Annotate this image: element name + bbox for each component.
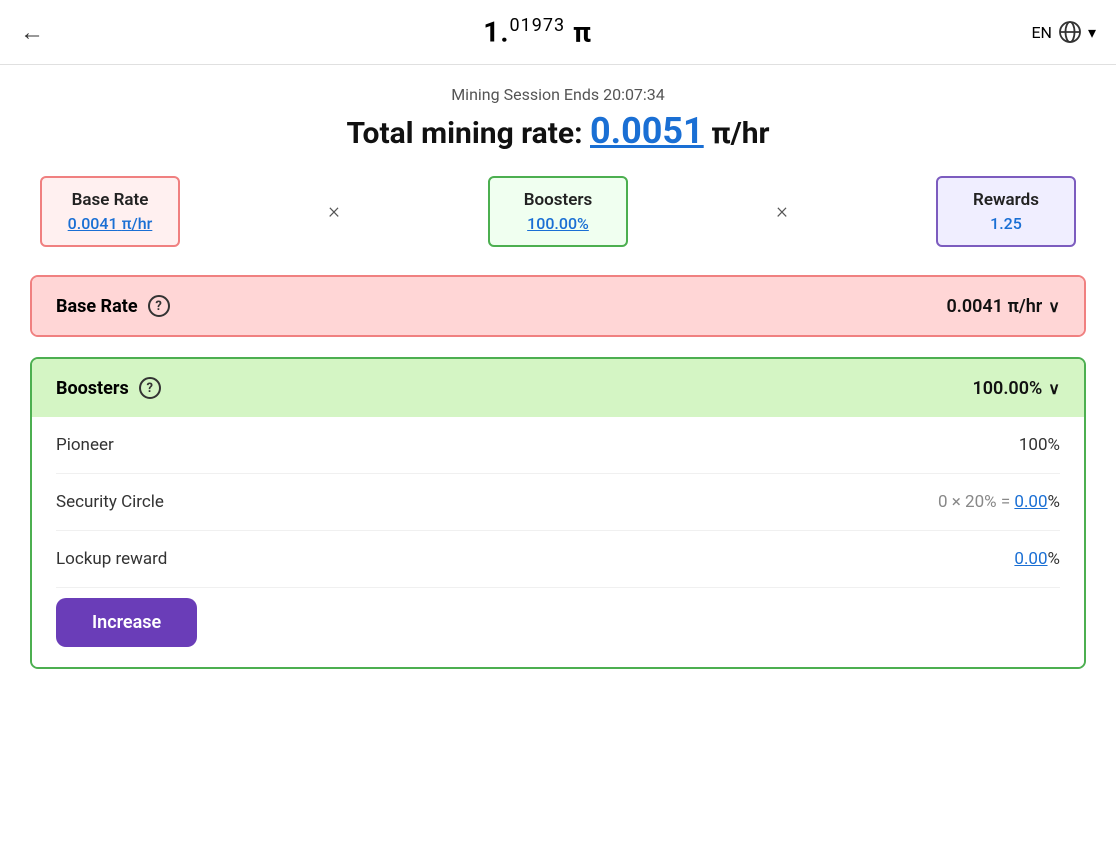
total-unit: π/hr bbox=[711, 116, 769, 151]
rewards-card[interactable]: Rewards 1.25 bbox=[936, 176, 1076, 247]
boosters-value: 100.00% bbox=[510, 214, 606, 233]
pioneer-value: 100% bbox=[1019, 435, 1060, 455]
security-circle-prefix: 0 × 20% = bbox=[938, 492, 1014, 512]
lockup-reward-row: Lockup reward 0.00% bbox=[56, 531, 1060, 588]
title-prefix: 1. bbox=[483, 16, 509, 49]
pi-symbol: π bbox=[573, 16, 592, 49]
boosters-section-value: 100.00% bbox=[972, 378, 1042, 399]
boosters-help-icon[interactable]: ? bbox=[139, 377, 161, 399]
security-circle-row: Security Circle 0 × 20% = 0.00% bbox=[56, 474, 1060, 531]
base-rate-unit: π/hr bbox=[122, 214, 153, 233]
language-selector[interactable]: EN ▾ bbox=[1031, 20, 1096, 44]
session-info: Mining Session Ends 20:07:34 Total minin… bbox=[30, 85, 1086, 152]
base-rate-section: Base Rate ? 0.0041 π/hr ∨ bbox=[30, 275, 1086, 337]
base-rate-section-value: 0.0041 π/hr bbox=[946, 296, 1042, 317]
boosters-section-label: Boosters bbox=[56, 378, 129, 399]
security-circle-label: Security Circle bbox=[56, 492, 164, 512]
base-rate-card[interactable]: Base Rate 0.0041 π/hr bbox=[40, 176, 180, 247]
boosters-header-right: 100.00% ∨ bbox=[972, 378, 1060, 399]
boosters-chevron-icon: ∨ bbox=[1048, 379, 1060, 398]
boosters-section-header[interactable]: Boosters ? 100.00% ∨ bbox=[32, 359, 1084, 417]
lang-label: EN bbox=[1031, 23, 1052, 42]
lockup-reward-value: 0.00% bbox=[1014, 549, 1060, 569]
boosters-header-left: Boosters ? bbox=[56, 377, 161, 399]
base-rate-section-label: Base Rate bbox=[56, 296, 138, 317]
base-rate-header-left: Base Rate ? bbox=[56, 295, 170, 317]
base-rate-chevron-icon: ∨ bbox=[1048, 297, 1060, 316]
header: ← 1.01973 π EN ▾ bbox=[0, 0, 1116, 65]
rewards-value: 1.25 bbox=[958, 214, 1054, 233]
base-rate-header-right: 0.0041 π/hr ∨ bbox=[946, 296, 1060, 317]
boosters-label: Boosters bbox=[510, 190, 606, 210]
lockup-reward-suffix: % bbox=[1048, 549, 1060, 569]
rate-cards-row: Base Rate 0.0041 π/hr × Boosters 100.00%… bbox=[30, 176, 1086, 247]
increase-button[interactable]: Increase bbox=[56, 598, 197, 647]
total-rate-value[interactable]: 0.0051 bbox=[590, 110, 704, 152]
pioneer-row: Pioneer 100% bbox=[56, 417, 1060, 474]
security-circle-value: 0 × 20% = 0.00% bbox=[938, 492, 1060, 512]
boosters-content: Pioneer 100% Security Circle 0 × 20% = 0… bbox=[32, 417, 1084, 667]
base-rate-number: 0.0041 bbox=[68, 214, 118, 233]
total-label: Total mining rate: bbox=[346, 116, 582, 151]
boosters-card[interactable]: Boosters 100.00% bbox=[488, 176, 628, 247]
multiply-sign-2: × bbox=[776, 199, 788, 224]
base-rate-label: Base Rate bbox=[62, 190, 158, 210]
pioneer-label: Pioneer bbox=[56, 435, 114, 455]
security-circle-link[interactable]: 0.00 bbox=[1014, 492, 1047, 512]
base-rate-value: 0.0041 π/hr bbox=[62, 214, 158, 233]
lockup-reward-link[interactable]: 0.00 bbox=[1014, 549, 1047, 569]
rewards-label: Rewards bbox=[958, 190, 1054, 210]
main-content: Mining Session Ends 20:07:34 Total minin… bbox=[0, 65, 1116, 709]
base-rate-section-header[interactable]: Base Rate ? 0.0041 π/hr ∨ bbox=[32, 277, 1084, 335]
back-button[interactable]: ← bbox=[20, 18, 44, 47]
chevron-down-icon: ▾ bbox=[1088, 23, 1096, 42]
session-ends-label: Mining Session Ends 20:07:34 bbox=[30, 85, 1086, 104]
boosters-section: Boosters ? 100.00% ∨ Pioneer 100% Securi… bbox=[30, 357, 1086, 669]
title-superscript: 01973 bbox=[509, 15, 565, 36]
header-title: 1.01973 π bbox=[483, 15, 592, 48]
base-rate-help-icon[interactable]: ? bbox=[148, 295, 170, 317]
total-mining-rate: Total mining rate: 0.0051 π/hr bbox=[30, 110, 1086, 152]
globe-icon bbox=[1058, 20, 1082, 44]
multiply-sign-1: × bbox=[328, 199, 340, 224]
security-circle-suffix: % bbox=[1048, 492, 1060, 512]
lockup-reward-label: Lockup reward bbox=[56, 549, 167, 569]
